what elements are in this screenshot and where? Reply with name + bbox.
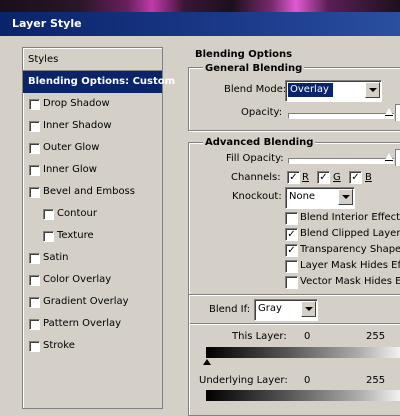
transparency-shapes-checkbox[interactable]: ✓ xyxy=(285,244,298,257)
underlying-layer-max: 255 xyxy=(366,375,386,386)
style-item-drop-shadow[interactable]: Drop Shadow xyxy=(23,93,162,115)
blend-clipped-layers-label: Blend Clipped Layers a xyxy=(300,228,400,239)
channel-g-label: G xyxy=(333,172,341,183)
inner-glow-checkbox[interactable] xyxy=(29,165,40,176)
style-item-label: Stroke xyxy=(43,340,75,351)
blend-interior-effects-checkbox[interactable] xyxy=(285,212,298,225)
blend-if-label: Blend If: xyxy=(209,304,251,315)
this-layer-min: 0 xyxy=(304,331,311,342)
channels-label: Channels: xyxy=(231,172,281,183)
knockout-label: Knockout: xyxy=(232,191,282,202)
style-item-color-overlay[interactable]: Color Overlay xyxy=(23,269,162,291)
this-layer-black-slider[interactable] xyxy=(203,359,211,365)
knockout-select[interactable]: None xyxy=(285,187,355,209)
style-item-pattern-overlay[interactable]: Pattern Overlay xyxy=(23,313,162,335)
layer-mask-hides-label: Layer Mask Hides Effec xyxy=(300,260,400,271)
style-item-label: Bevel and Emboss xyxy=(43,186,135,197)
style-item-contour[interactable]: Contour xyxy=(23,203,162,225)
drop-shadow-checkbox[interactable] xyxy=(29,99,40,110)
vector-mask-hides-label: Vector Mask Hides Effe xyxy=(300,276,400,287)
style-item-label: Color Overlay xyxy=(43,274,112,285)
blend-if-value: Gray xyxy=(258,303,282,314)
background-image-strip xyxy=(0,0,400,12)
gradient-overlay-checkbox[interactable] xyxy=(29,297,40,308)
title-bar[interactable]: Layer Style xyxy=(0,12,400,36)
blend-interior-effects-label: Blend Interior Effects a xyxy=(300,212,400,223)
this-layer-max: 255 xyxy=(366,331,386,342)
style-item-gradient-overlay[interactable]: Gradient Overlay xyxy=(23,291,162,313)
fill-opacity-slider-thumb[interactable] xyxy=(385,153,393,161)
style-item-inner-glow[interactable]: Inner Glow xyxy=(23,159,162,181)
window-title: Layer Style xyxy=(12,17,82,30)
channel-b-checkbox[interactable]: ✓ xyxy=(349,171,362,184)
opacity-value-field[interactable] xyxy=(395,104,400,121)
opacity-slider-thumb[interactable] xyxy=(385,108,393,116)
style-item-label: Inner Shadow xyxy=(43,120,112,131)
outer-glow-checkbox[interactable] xyxy=(29,143,40,154)
channel-g-checkbox[interactable]: ✓ xyxy=(317,171,330,184)
vector-mask-hides-checkbox[interactable] xyxy=(285,276,298,289)
dialog-body: Styles Blending Options: Custom Drop Sha… xyxy=(0,36,400,416)
underlying-layer-gradient xyxy=(206,390,400,401)
style-item-satin[interactable]: Satin xyxy=(23,247,162,269)
blend-mode-label: Blend Mode: xyxy=(224,84,287,95)
style-item-outer-glow[interactable]: Outer Glow xyxy=(23,137,162,159)
styles-list: Styles Blending Options: Custom Drop Sha… xyxy=(22,47,175,409)
style-item-label: Outer Glow xyxy=(43,142,100,153)
style-item-label: Gradient Overlay xyxy=(43,296,129,307)
fill-opacity-slider-track[interactable] xyxy=(288,158,394,164)
style-item-label: Drop Shadow xyxy=(43,98,110,109)
style-item-label: Contour xyxy=(57,208,97,219)
inner-shadow-checkbox[interactable] xyxy=(29,121,40,132)
style-item-label: Texture xyxy=(57,230,94,241)
pattern-overlay-checkbox[interactable] xyxy=(29,319,40,330)
fill-opacity-label: Fill Opacity: xyxy=(226,153,284,164)
blend-mode-select[interactable]: Overlay xyxy=(285,80,382,102)
texture-checkbox[interactable] xyxy=(43,231,54,242)
chevron-down-icon[interactable] xyxy=(338,189,353,205)
contour-checkbox[interactable] xyxy=(43,209,54,220)
layer-mask-hides-checkbox[interactable] xyxy=(285,260,298,273)
style-item-blending-options[interactable]: Blending Options: Custom xyxy=(23,71,175,93)
style-item-texture[interactable]: Texture xyxy=(23,225,162,247)
chevron-down-icon[interactable] xyxy=(365,82,380,98)
general-blending-title: General Blending xyxy=(203,63,305,74)
channel-r-checkbox[interactable]: ✓ xyxy=(287,171,300,184)
style-item-inner-shadow[interactable]: Inner Shadow xyxy=(23,115,162,137)
style-item-label: Blending Options: Custom xyxy=(28,76,176,87)
style-item-bevel-and-emboss[interactable]: Bevel and Emboss xyxy=(23,181,162,203)
underlying-layer-min: 0 xyxy=(304,375,311,386)
stroke-checkbox[interactable] xyxy=(29,341,40,352)
blend-mode-value: Overlay xyxy=(288,83,333,97)
advanced-blending-title: Advanced Blending xyxy=(203,137,316,148)
knockout-value: None xyxy=(289,191,316,202)
this-layer-gradient xyxy=(206,347,400,358)
styles-header[interactable]: Styles xyxy=(23,48,162,71)
fill-opacity-value-field[interactable] xyxy=(395,149,400,166)
channel-b-label: B xyxy=(365,172,372,183)
style-item-stroke[interactable]: Stroke xyxy=(23,335,162,357)
satin-checkbox[interactable] xyxy=(29,253,40,264)
opacity-label: Opacity: xyxy=(241,107,283,118)
style-item-label: Inner Glow xyxy=(43,164,97,175)
color-overlay-checkbox[interactable] xyxy=(29,275,40,286)
blend-if-select[interactable]: Gray xyxy=(254,299,318,321)
channel-r-label: R xyxy=(302,172,309,183)
this-layer-label: This Layer: xyxy=(232,331,287,342)
bevel-emboss-checkbox[interactable] xyxy=(29,187,40,198)
transparency-shapes-label: Transparency Shapes xyxy=(300,244,400,255)
blending-options-title: Blending Options xyxy=(195,49,293,60)
styles-header-label: Styles xyxy=(28,54,59,65)
style-item-label: Pattern Overlay xyxy=(43,318,122,329)
underlying-layer-label: Underlying Layer: xyxy=(199,375,288,386)
style-item-label: Satin xyxy=(43,252,69,263)
chevron-down-icon[interactable] xyxy=(301,301,316,317)
opacity-slider-track[interactable] xyxy=(288,113,394,119)
blend-clipped-layers-checkbox[interactable]: ✓ xyxy=(285,228,298,241)
